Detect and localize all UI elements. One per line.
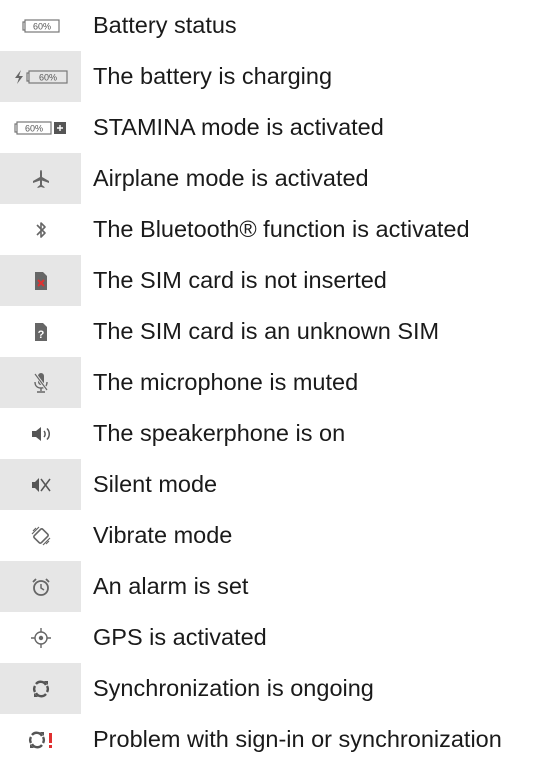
gps-icon — [0, 612, 81, 663]
airplane-icon — [0, 153, 81, 204]
battery-charging-icon: 60% — [0, 51, 81, 102]
alarm-icon — [0, 561, 81, 612]
speakerphone-icon — [0, 408, 81, 459]
list-item-label: GPS is activated — [93, 624, 267, 650]
list-item-label: Vibrate mode — [93, 522, 233, 548]
list-item: An alarm is set — [0, 561, 545, 612]
list-item: Problem with sign-in or synchronization — [0, 714, 545, 765]
microphone-muted-icon — [0, 357, 81, 408]
list-item: Silent mode — [0, 459, 545, 510]
svg-text:?: ? — [37, 329, 44, 341]
list-item: The SIM card is not inserted — [0, 255, 545, 306]
list-item-label: The SIM card is not inserted — [93, 267, 387, 293]
vibrate-mode-icon — [0, 510, 81, 561]
list-item: 60% Battery status — [0, 0, 545, 51]
list-item-label: Silent mode — [93, 471, 218, 497]
list-item-label: STAMINA mode is activated — [93, 114, 384, 140]
list-item: 60% STAMINA mode is activated — [0, 102, 545, 153]
list-item-label: The Bluetooth® function is activated — [93, 216, 470, 242]
status-icon-list: 60% Battery status 60% The battery is ch… — [0, 0, 545, 765]
list-item-label: The microphone is muted — [93, 369, 359, 395]
list-item-label: An alarm is set — [93, 573, 249, 599]
list-item: Synchronization is ongoing — [0, 663, 545, 714]
list-item: Airplane mode is activated — [0, 153, 545, 204]
svg-text:60%: 60% — [24, 123, 42, 133]
list-item: ? The SIM card is an unknown SIM — [0, 306, 545, 357]
list-item-label: Airplane mode is activated — [93, 165, 369, 191]
sim-not-inserted-icon — [0, 255, 81, 306]
list-item-label: Synchronization is ongoing — [93, 675, 374, 701]
list-item-label: The SIM card is an unknown SIM — [93, 318, 440, 344]
list-item: GPS is activated — [0, 612, 545, 663]
list-item: The microphone is muted — [0, 357, 545, 408]
list-item-label: The speakerphone is on — [93, 420, 346, 446]
list-item: The Bluetooth® function is activated — [0, 204, 545, 255]
bluetooth-icon — [0, 204, 81, 255]
sync-problem-icon — [0, 714, 81, 765]
silent-mode-icon — [0, 459, 81, 510]
battery-status-icon: 60% — [0, 0, 81, 51]
sync-icon — [0, 663, 81, 714]
battery-stamina-icon: 60% — [0, 102, 81, 153]
sim-unknown-icon: ? — [0, 306, 81, 357]
svg-text:60%: 60% — [32, 21, 50, 31]
svg-text:60%: 60% — [38, 72, 56, 82]
list-item-label: The battery is charging — [93, 63, 333, 89]
list-item: The speakerphone is on — [0, 408, 545, 459]
list-item-label: Battery status — [93, 12, 237, 38]
list-item-label: Problem with sign-in or synchronization — [93, 726, 502, 752]
list-item: Vibrate mode — [0, 510, 545, 561]
list-item: 60% The battery is charging — [0, 51, 545, 102]
